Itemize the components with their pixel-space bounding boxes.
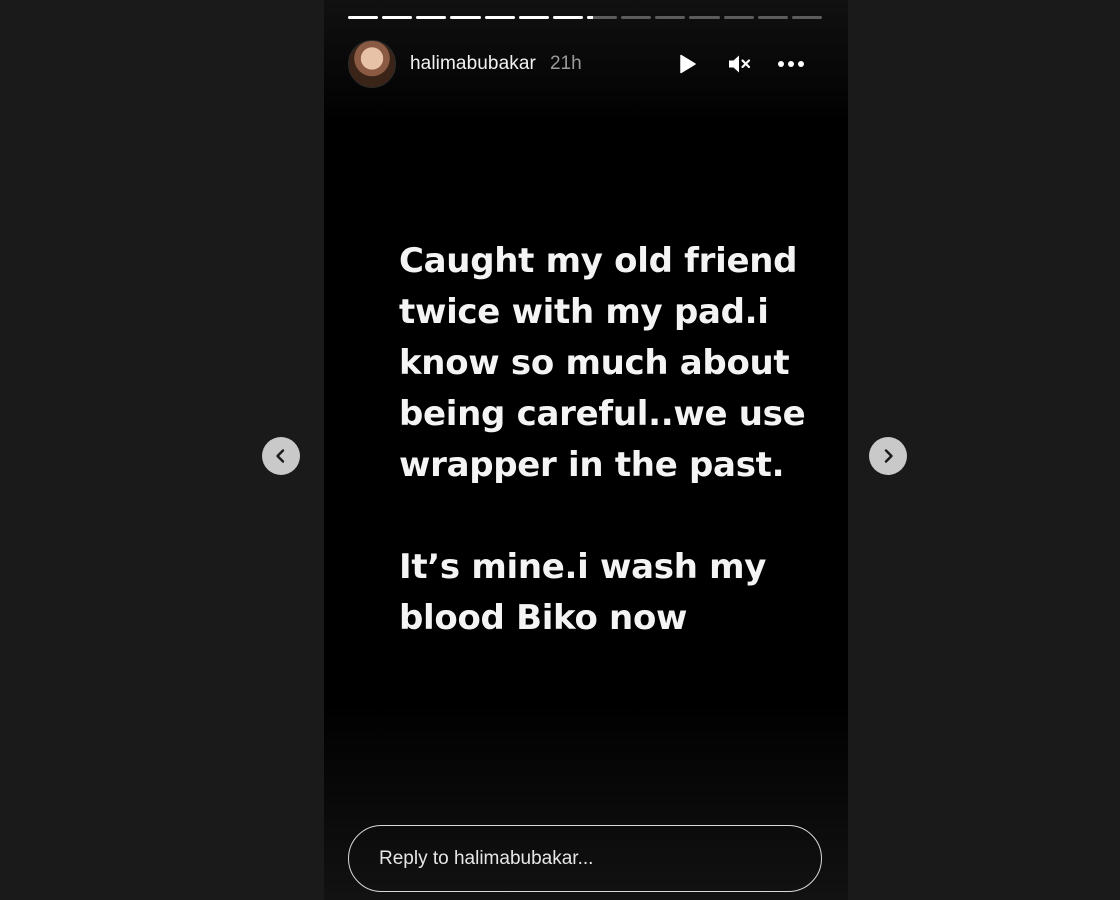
progress-segment	[689, 16, 720, 19]
story-text-paragraph: Caught my old friend twice with my pad.i…	[399, 241, 806, 485]
chevron-left-icon	[276, 449, 285, 463]
avatar[interactable]	[348, 40, 396, 88]
timestamp: 21h	[549, 53, 582, 74]
progress-segment	[450, 16, 481, 19]
progress-segment	[586, 16, 618, 19]
progress-segment-fill	[586, 16, 593, 19]
story-text: Caught my old friend twice with my pad.i…	[399, 236, 819, 695]
progress-segment	[552, 16, 583, 19]
progress-segment-fill	[416, 16, 447, 19]
progress-segment	[621, 16, 652, 19]
progress-segment	[348, 16, 379, 19]
progress-segment	[484, 16, 515, 19]
story-header: halimabubakar 21h	[348, 40, 822, 88]
username[interactable]: halimabubakar	[410, 53, 536, 75]
story-text-paragraph: It’s mine.i wash my blood Biko now	[399, 547, 767, 638]
progress-segment	[518, 16, 549, 19]
progress-segment-fill	[484, 16, 515, 19]
next-story-button[interactable]	[869, 437, 907, 475]
play-button[interactable]	[672, 49, 702, 79]
progress-segment	[723, 16, 754, 19]
chevron-right-icon	[884, 449, 893, 463]
more-horizontal-icon	[778, 61, 804, 67]
previous-story-button[interactable]	[262, 437, 300, 475]
progress-segment	[382, 16, 413, 19]
story-viewer-page: halimabubakar 21h Caught my old friend t…	[0, 0, 1120, 900]
progress-segment	[416, 16, 447, 19]
progress-segment	[655, 16, 686, 19]
progress-segment	[791, 16, 822, 19]
progress-segment-fill	[518, 16, 549, 19]
mute-button[interactable]	[724, 49, 754, 79]
progress-segment-fill	[348, 16, 379, 19]
story-controls	[672, 40, 806, 88]
progress-segment	[757, 16, 788, 19]
progress-segment-fill	[382, 16, 413, 19]
play-icon	[680, 54, 696, 74]
more-options-button[interactable]	[776, 49, 806, 79]
progress-segment-fill	[450, 16, 481, 19]
reply-input[interactable]	[348, 825, 822, 892]
story-progress-bar	[348, 16, 822, 19]
progress-segment-fill	[552, 16, 583, 19]
speaker-muted-icon	[729, 55, 751, 73]
